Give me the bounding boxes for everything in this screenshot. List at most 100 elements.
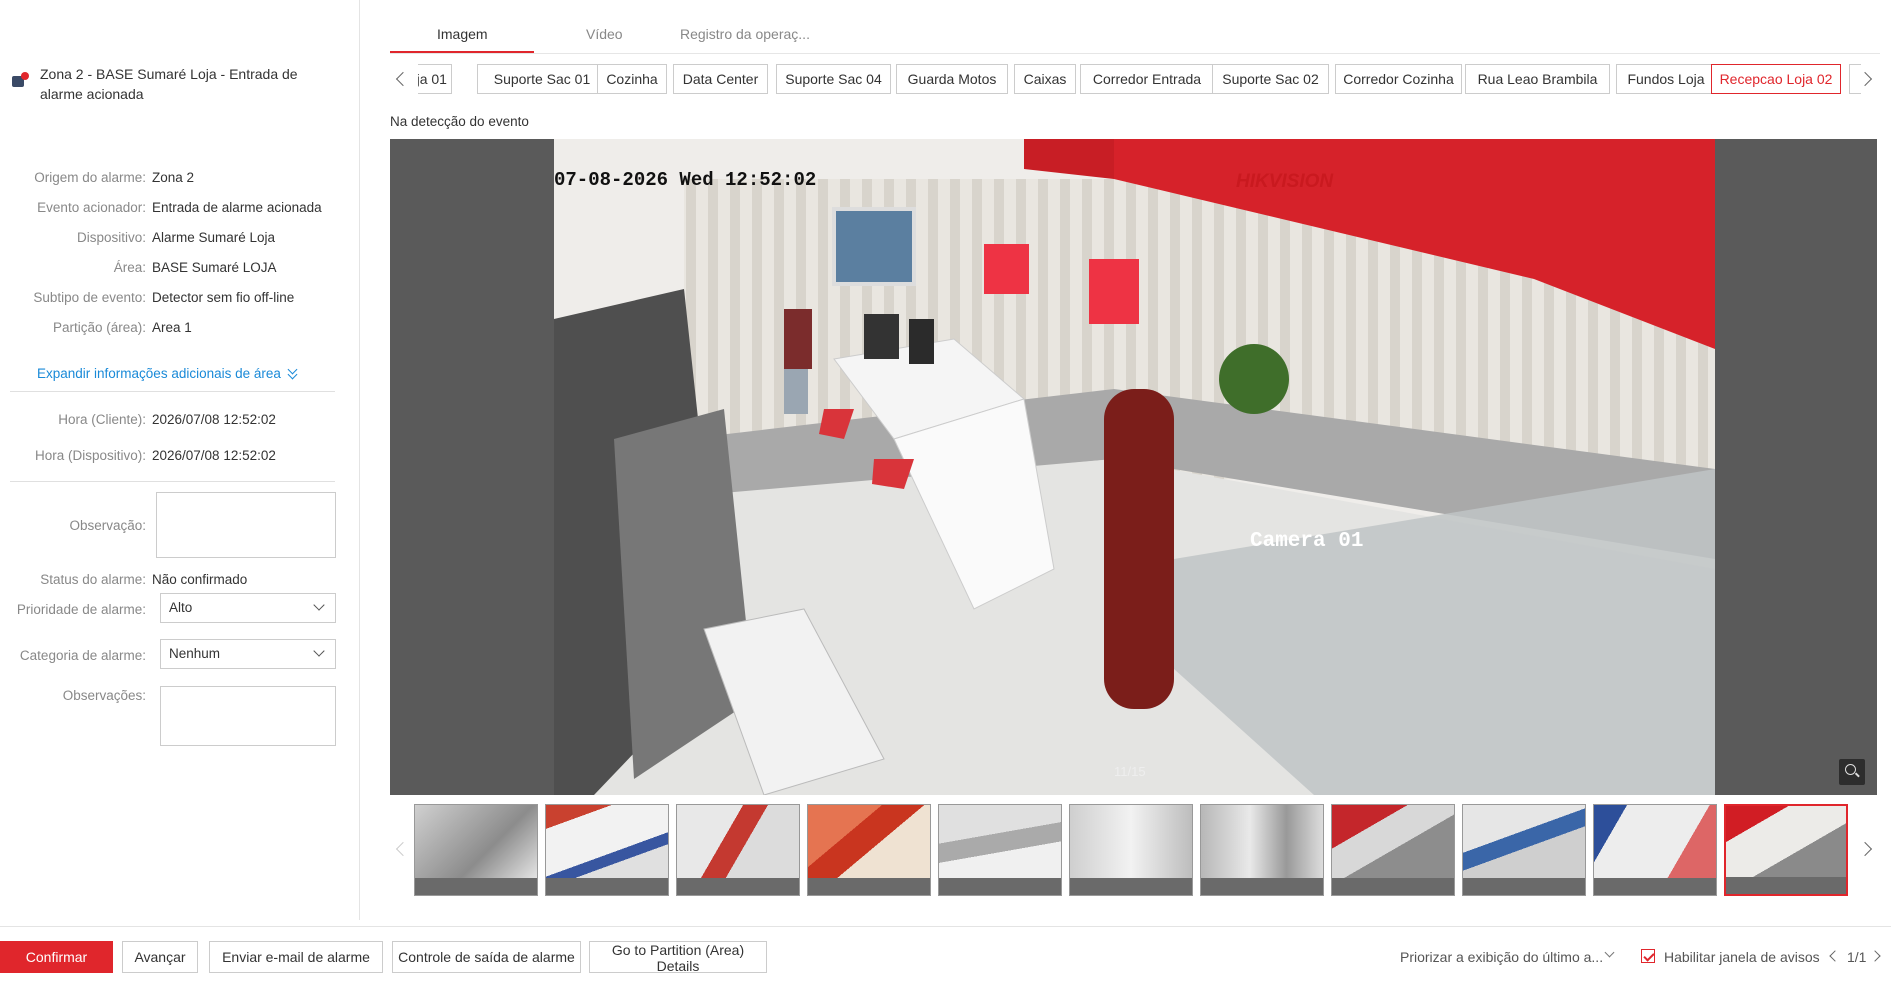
- info-row: Dispositivo: Alarme Sumaré Loja: [0, 230, 340, 245]
- chevron-down-icon: [313, 599, 325, 611]
- alarm-details-panel: Zona 2 - BASE Sumaré Loja - Entrada de a…: [0, 0, 360, 920]
- info-value: BASE Sumaré LOJA: [152, 260, 277, 275]
- priority-label: Prioridade de alarme:: [16, 602, 146, 617]
- info-key: Dispositivo:: [76, 230, 146, 245]
- divider: [10, 391, 335, 392]
- camera-snapshot: 07-08-2026 Wed 12:52:02 HIKVISION Camera…: [554, 139, 1715, 795]
- status-value: Não confirmado: [152, 572, 248, 587]
- info-key: Área:: [113, 260, 146, 275]
- chevron-left-icon[interactable]: [395, 841, 411, 857]
- category-value: Nenhum: [169, 646, 221, 661]
- camera-tab[interactable]: Loja 01: [418, 64, 452, 94]
- time-value: 2026/07/08 12:52:02: [152, 412, 276, 427]
- osd-camera-name: Camera 01: [1250, 530, 1364, 553]
- observacoes-label: Observações:: [62, 688, 146, 703]
- time-key: Hora (Dispositivo):: [34, 448, 146, 463]
- observacao-input[interactable]: [156, 492, 336, 558]
- image-counter: 11/15: [1114, 764, 1146, 779]
- category-select[interactable]: Nenhum: [160, 639, 336, 669]
- expand-area-info-link[interactable]: Expandir informações adicionais de área: [37, 364, 299, 381]
- camera-selector: Loja 01 Suporte Sac 01 Cozinha Data Cent…: [390, 64, 1880, 94]
- camera-tab[interactable]: Suporte Sac 01: [477, 64, 607, 94]
- alarm-header: Zona 2 - BASE Sumaré Loja - Entrada de a…: [12, 64, 342, 104]
- snapshot-viewer[interactable]: 07-08-2026 Wed 12:52:02 HIKVISION Camera…: [390, 139, 1877, 795]
- zoom-button[interactable]: [1839, 759, 1865, 785]
- camera-tab-active[interactable]: Recepcao Loja 02: [1711, 64, 1841, 94]
- info-key: Origem do alarme:: [34, 170, 146, 185]
- observacao-label: Observação:: [69, 518, 146, 533]
- next-button[interactable]: Avançar: [122, 941, 198, 973]
- priority-value: Alto: [169, 600, 193, 615]
- tab-active-indicator: [390, 51, 534, 53]
- thumbnail[interactable]: [938, 804, 1062, 896]
- thumbnail[interactable]: [807, 804, 931, 896]
- partition-details-button[interactable]: Go to Partition (Area) Details: [589, 941, 767, 974]
- status-label: Status do alarme:: [40, 572, 146, 587]
- expand-area-info-label: Expandir informações adicionais de área: [37, 366, 281, 381]
- camera-tab[interactable]: Fundos Loja: [1616, 64, 1716, 94]
- chevron-down-icon[interactable]: [1604, 947, 1615, 958]
- time-row: Hora (Cliente): 2026/07/08 12:52:02: [0, 412, 340, 427]
- thumbnail[interactable]: [1200, 804, 1324, 896]
- info-row: Origem do alarme: Zona 2: [0, 170, 340, 185]
- thumbnail[interactable]: [545, 804, 669, 896]
- camera-tab[interactable]: Data Center: [673, 64, 768, 94]
- capture-moment-label: Na detecção do evento: [390, 114, 529, 129]
- info-value: Detector sem fio off-line: [152, 290, 295, 305]
- chevron-right-icon[interactable]: [1869, 950, 1881, 962]
- thumbnail-active[interactable]: [1724, 804, 1848, 896]
- tab-operation-log[interactable]: Registro da operaç...: [680, 26, 810, 42]
- info-value: Area 1: [152, 320, 192, 335]
- info-key: Partição (área):: [52, 320, 146, 335]
- divider: [10, 481, 335, 482]
- info-row: Partição (área): Area 1: [0, 320, 340, 335]
- priority-select[interactable]: Alto: [160, 593, 336, 623]
- observacoes-input[interactable]: [160, 686, 336, 746]
- alarm-output-button[interactable]: Controle de saída de alarme: [392, 941, 581, 973]
- enable-popup-label: Habilitar janela de avisos: [1664, 949, 1820, 965]
- footer-bar: Confirmar Avançar Enviar e-mail de alarm…: [0, 926, 1891, 981]
- time-value: 2026/07/08 12:52:02: [152, 448, 276, 463]
- category-label: Categoria de alarme:: [19, 648, 146, 663]
- chevron-left-icon[interactable]: [1829, 950, 1841, 962]
- alarm-input-icon: [12, 72, 29, 88]
- thumbnail[interactable]: [676, 804, 800, 896]
- thumbnail[interactable]: [1331, 804, 1455, 896]
- info-value: Alarme Sumaré Loja: [152, 230, 276, 245]
- pager: 1/1: [1847, 949, 1867, 965]
- tab-video[interactable]: Vídeo: [586, 26, 623, 42]
- chevron-right-icon[interactable]: [1857, 841, 1873, 857]
- info-value: Entrada de alarme acionada: [152, 200, 322, 215]
- time-row: Hora (Dispositivo): 2026/07/08 12:52:02: [0, 448, 340, 463]
- camera-tab[interactable]: Caixas: [1014, 64, 1076, 94]
- tab-bar: Imagem Vídeo Registro da operaç...: [390, 20, 1880, 54]
- enable-popup-checkbox[interactable]: [1641, 949, 1655, 963]
- info-row: Evento acionador: Entrada de alarme acion…: [0, 200, 340, 215]
- camera-tab[interactable]: Suporte Sac 02: [1212, 64, 1329, 94]
- info-key: Subtipo de evento:: [33, 290, 146, 305]
- camera-tab[interactable]: Guarda Motos: [896, 64, 1008, 94]
- camera-tab[interactable]: Corredor Entrada: [1080, 64, 1214, 94]
- thumbnail[interactable]: [1462, 804, 1586, 896]
- info-row: Área: BASE Sumaré LOJA: [0, 260, 340, 275]
- prioritize-dropdown[interactable]: Priorizar a exibição do último a...: [1400, 949, 1603, 965]
- info-key: Evento acionador:: [37, 200, 146, 215]
- alarm-title: Zona 2 - BASE Sumaré Loja - Entrada de a…: [40, 66, 298, 102]
- send-email-button[interactable]: Enviar e-mail de alarme: [209, 941, 383, 973]
- camera-tab[interactable]: Corredor Cozinha: [1335, 64, 1462, 94]
- office-scene-illustration: [554, 139, 1715, 795]
- camera-tab[interactable]: Suporte Sac 04: [776, 64, 891, 94]
- chevron-down-icon: [313, 645, 325, 657]
- osd-brand: HIKVISION: [1236, 171, 1334, 192]
- tab-imagem[interactable]: Imagem: [437, 26, 488, 42]
- thumbnail[interactable]: [1593, 804, 1717, 896]
- thumbnail[interactable]: [1069, 804, 1193, 896]
- camera-tab[interactable]: Rua Leao Brambila: [1465, 64, 1610, 94]
- camera-tab[interactable]: Cozinha: [597, 64, 667, 94]
- info-row: Subtipo de evento: Detector sem fio off-l…: [0, 290, 340, 305]
- osd-timestamp: 07-08-2026 Wed 12:52:02: [554, 169, 817, 191]
- status-row: Status do alarme: Não confirmado: [0, 572, 340, 587]
- chevron-left-icon[interactable]: [395, 71, 411, 87]
- thumbnail[interactable]: [414, 804, 538, 896]
- confirm-button[interactable]: Confirmar: [0, 941, 113, 973]
